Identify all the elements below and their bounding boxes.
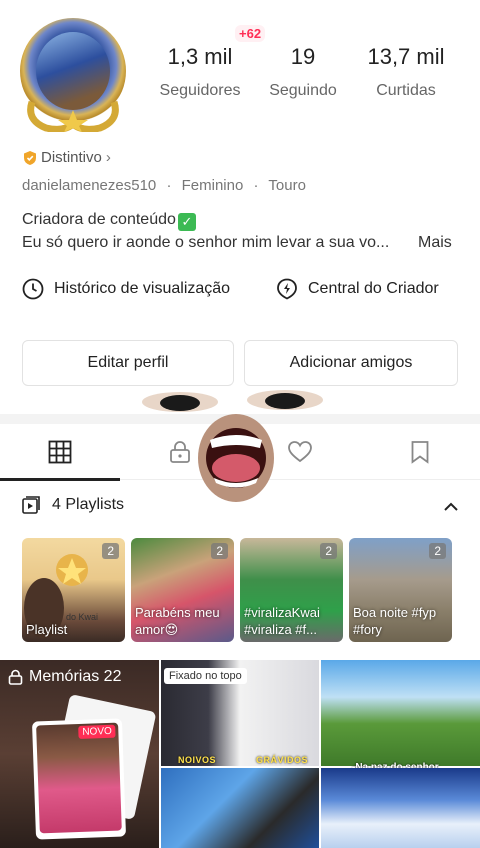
playlist-video-count: 2 [102, 543, 119, 559]
playlist-card[interactable]: 2 #viralizaKwai #viraliza #f... [240, 538, 343, 642]
playlist-caption: Parabéns meu amor😍 [135, 605, 220, 637]
bio-text: Eu só quero ir aonde o senhor mim levar … [22, 234, 390, 251]
likes-stat[interactable]: 13,7 mil Curtidas [362, 44, 450, 100]
badge-link[interactable]: Distintivo › [22, 149, 111, 166]
followers-label: Seguidores [159, 82, 241, 99]
likes-count: 13,7 mil [367, 44, 445, 69]
playlist-caption: Playlist [26, 622, 68, 637]
avatar[interactable] [14, 14, 132, 132]
bio-line-2: Eu só quero ir aonde o senhor mim levar … [22, 234, 462, 252]
playlists-header[interactable]: 4 Playlists [22, 496, 124, 514]
gender: Feminino [181, 177, 244, 194]
playlist-inner-text: do Kwai [66, 612, 99, 622]
edit-profile-button[interactable]: Editar perfil [22, 340, 234, 386]
overlay-text: GRÁVIDOS [256, 755, 309, 765]
video-thumbnail[interactable] [321, 660, 480, 766]
clock-icon [22, 278, 44, 300]
playlist-caption: Boa noite #fyp #fory [353, 605, 437, 637]
pinned-label: Fixado no topo [164, 668, 247, 684]
playlist-video-count: 2 [320, 543, 337, 559]
overlay-text: NOIVOS [178, 755, 217, 765]
more-link[interactable]: Mais [418, 234, 452, 252]
history-link[interactable]: Histórico de visualização [22, 278, 230, 300]
lock-icon [8, 669, 23, 685]
bookmark-icon [411, 441, 429, 464]
memories-title: Memórias 22 [8, 668, 121, 686]
meta-separator: · [166, 177, 172, 194]
followers-count: 1,3 mil [167, 44, 233, 69]
meta-separator: · [253, 177, 259, 194]
history-label: Histórico de visualização [54, 280, 231, 297]
memory-photo [36, 722, 122, 834]
creator-center-link[interactable]: Central do Criador [276, 278, 439, 300]
tab-saved[interactable] [360, 424, 480, 480]
badge-label: Distintivo [41, 149, 102, 166]
creator-center-label: Central do Criador [308, 280, 439, 297]
followers-stat[interactable]: 1,3 mil Seguidores [158, 44, 242, 100]
memory-card: NOVO [31, 718, 127, 840]
chevron-up-icon[interactable] [442, 498, 460, 516]
video-thumbnail[interactable] [161, 768, 319, 848]
bio-line-1: Criadora de conteúdo ✓ [22, 211, 196, 231]
profile-meta: danielamenezes510 · Feminino · Touro [22, 177, 306, 194]
chevron-right-icon: › [105, 149, 111, 166]
playlist-icon [22, 496, 40, 514]
likes-label: Curtidas [376, 82, 436, 99]
playlist-card[interactable]: 2 Parabéns meu amor😍 [131, 538, 234, 642]
zodiac-sign: Touro [268, 177, 306, 194]
following-stat[interactable]: 19 Seguindo [264, 44, 342, 100]
playlist-video-count: 2 [429, 543, 446, 559]
face-sticker [142, 390, 323, 502]
checkmark-icon: ✓ [177, 213, 196, 231]
grid-icon [48, 440, 72, 464]
username: danielamenezes510 [22, 177, 157, 194]
shield-badge-icon [24, 150, 36, 165]
lightning-icon [277, 278, 297, 300]
playlists-count: 4 Playlists [52, 496, 125, 513]
laurel-frame-icon [27, 100, 119, 132]
add-friends-button[interactable]: Adicionar amigos [244, 340, 458, 386]
active-tab-indicator [0, 478, 120, 481]
playlist-card[interactable]: 2 Boa noite #fyp #fory [349, 538, 452, 642]
playlist-card[interactable]: do Kwai 2 Playlist [22, 538, 125, 642]
new-badge: NOVO [78, 724, 117, 739]
memories-label: Memórias 22 [29, 668, 122, 685]
playlist-video-count: 2 [211, 543, 228, 559]
new-notification-badge[interactable]: +62 [235, 25, 266, 42]
bio-text: Criadora de conteúdo [22, 211, 176, 228]
playlist-caption: #viralizaKwai #viraliza #f... [244, 605, 320, 637]
following-count: 19 [290, 44, 316, 69]
tab-videos[interactable] [0, 424, 120, 481]
following-label: Seguindo [269, 82, 337, 99]
video-thumbnail[interactable] [321, 768, 480, 848]
